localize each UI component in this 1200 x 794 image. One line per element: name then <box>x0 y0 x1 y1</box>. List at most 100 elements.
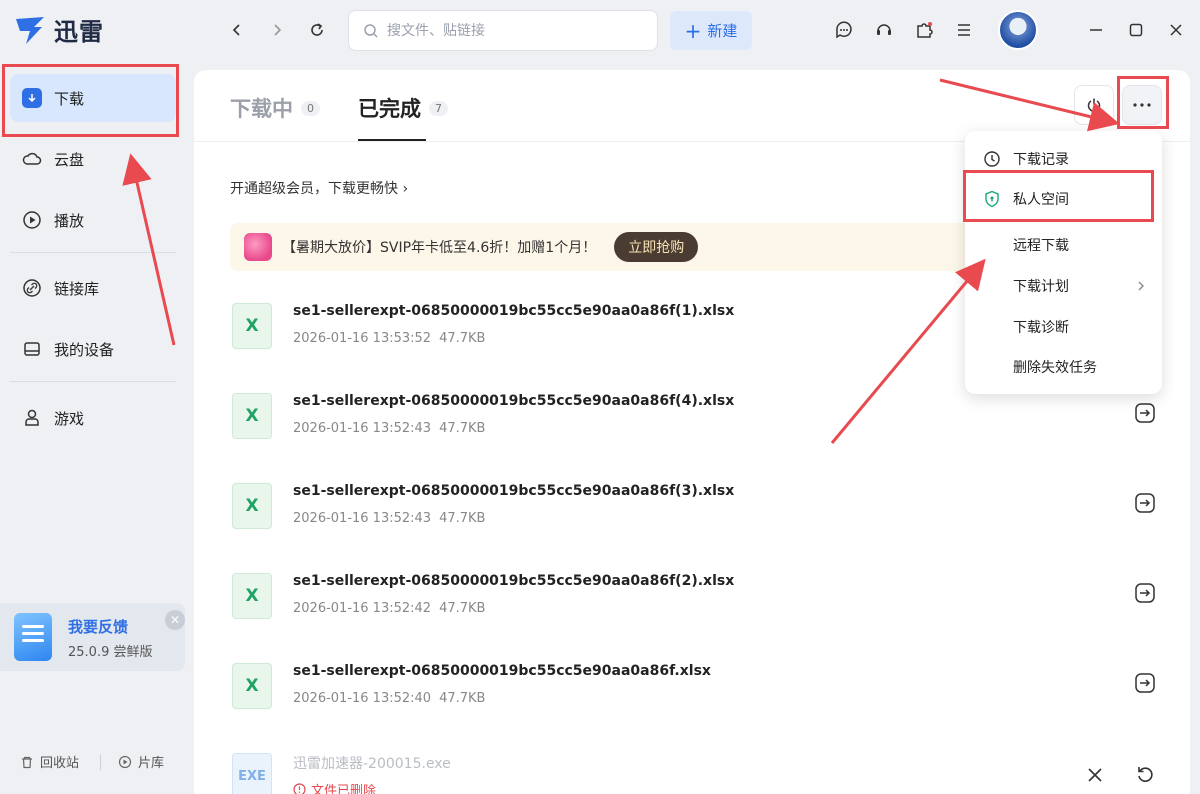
file-meta: 2026-01-16 13:53:52 47.7KB <box>293 331 485 346</box>
new-task-label: 新建 <box>707 22 738 40</box>
file-row-deleted[interactable]: EXE 迅雷加速器-200015.exe 文件已删除 <box>230 750 1170 794</box>
file-meta: 2026-01-16 13:52:43 47.7KB <box>293 511 485 526</box>
main-menu-button[interactable] <box>952 18 976 42</box>
menu-item-label: 删除失效任务 <box>1013 360 1097 376</box>
app-name: 迅雷 <box>54 18 104 46</box>
headset-icon <box>877 24 891 35</box>
sidebar-item-cloud[interactable]: 云盘 <box>10 135 176 183</box>
support-button[interactable] <box>872 18 896 42</box>
deleted-status: 文件已删除 <box>293 780 376 794</box>
feedback-title: 我要反馈 <box>68 618 129 636</box>
chevron-left-icon <box>232 24 240 36</box>
game-icon <box>25 409 39 426</box>
app-logo: 迅雷 <box>14 12 104 47</box>
highlight-box-more <box>1117 76 1169 129</box>
tab-completed[interactable]: 已完成 7 <box>358 93 448 123</box>
chevron-right-icon <box>1138 281 1144 291</box>
file-date: 2026-01-16 13:52:43 <box>293 421 432 436</box>
file-date: 2026-01-16 13:53:52 <box>293 331 432 346</box>
deleted-status-label: 文件已删除 <box>311 784 377 794</box>
cloud-icon <box>22 152 42 165</box>
sidebar-item-play[interactable]: 播放 <box>10 196 176 244</box>
feedback-close-button[interactable]: ✕ <box>165 610 185 630</box>
forward-button[interactable] <box>265 18 289 42</box>
menu-item-label: 下载计划 <box>1013 279 1069 295</box>
close-icon <box>1170 24 1182 36</box>
sidebar-divider <box>10 252 176 253</box>
sidebar-item-label: 我的设备 <box>54 340 115 359</box>
minimize-button[interactable] <box>1084 18 1108 42</box>
recycle-bin-label: 回收站 <box>40 756 80 771</box>
open-file-icon[interactable] <box>1134 492 1156 514</box>
feedback-icon <box>14 613 52 661</box>
sidebar-item-link-library[interactable]: 链接库 <box>10 264 176 312</box>
user-avatar[interactable] <box>998 10 1038 50</box>
minimize-icon <box>1090 29 1102 31</box>
video-library-link[interactable]: 片库 <box>118 752 164 771</box>
sidebar-item-label: 云盘 <box>54 150 85 169</box>
search-icon <box>364 23 378 38</box>
file-size: 47.7KB <box>439 691 486 706</box>
refresh-button[interactable] <box>305 18 329 42</box>
version-label: 25.0.9 尝鲜版 <box>68 645 153 660</box>
link-icon <box>23 279 41 297</box>
menu-item-download-diagnosis[interactable]: 下载诊断 <box>965 307 1162 347</box>
sidebar-divider <box>10 381 176 382</box>
buy-now-button[interactable]: 立即抢购 <box>614 232 699 262</box>
promo-banner[interactable]: 【暑期大放价】SVIP年卡低至4.6折！加赠1个月！ 立即抢购 <box>230 223 970 271</box>
recycle-bin-link[interactable]: 回收站 <box>20 752 79 771</box>
feedback-card[interactable]: 我要反馈 25.0.9 尝鲜版 ✕ <box>0 603 185 671</box>
search-input[interactable] <box>387 22 627 39</box>
tab-count: 0 <box>301 100 320 116</box>
search-box[interactable] <box>348 10 658 51</box>
menu-item-remote-download[interactable]: 远程下载 <box>965 225 1162 265</box>
file-name: se1-sellerexpt-06850000019bc55cc5e90aa0a… <box>293 303 735 319</box>
highlight-box-download <box>2 64 179 137</box>
new-task-button[interactable]: + 新建 <box>670 11 752 50</box>
vip-promo-link[interactable]: 开通超级会员，下载更畅快 › <box>230 178 408 198</box>
menu-item-label: 远程下载 <box>1013 238 1069 254</box>
sidebar-item-label: 游戏 <box>54 409 85 428</box>
tab-label: 已完成 <box>358 97 421 121</box>
redownload-icon[interactable] <box>1135 765 1155 785</box>
exe-file-icon: EXE <box>232 753 272 794</box>
chevron-right-icon <box>274 24 282 36</box>
arrow-to-download <box>122 153 176 346</box>
file-row[interactable]: X se1-sellerexpt-06850000019bc55cc5e90aa… <box>230 660 1170 740</box>
close-window-button[interactable] <box>1164 18 1188 42</box>
file-row[interactable]: X se1-sellerexpt-06850000019bc55cc5e90aa… <box>230 390 1170 470</box>
maximize-button[interactable] <box>1124 18 1148 42</box>
menu-item-download-schedule[interactable]: 下载计划 <box>965 266 1162 306</box>
warning-circle-icon <box>293 783 306 794</box>
file-date: 2026-01-16 13:52:40 <box>293 691 432 706</box>
file-date: 2026-01-16 13:52:42 <box>293 601 432 616</box>
gift-icon <box>244 233 272 261</box>
open-file-icon[interactable] <box>1134 402 1156 424</box>
sidebar-item-label: 播放 <box>54 211 85 230</box>
menu-item-delete-invalid-tasks[interactable]: 删除失效任务 <box>965 347 1162 387</box>
back-button[interactable] <box>225 18 249 42</box>
video-library-label: 片库 <box>138 756 165 771</box>
file-size: 47.7KB <box>439 601 486 616</box>
file-name: 迅雷加速器-200015.exe <box>293 756 451 772</box>
clock-icon <box>984 151 1000 167</box>
power-button[interactable] <box>1074 85 1114 125</box>
tab-count: 7 <box>429 100 448 116</box>
remove-task-icon[interactable] <box>1086 766 1104 784</box>
open-file-icon[interactable] <box>1134 582 1156 604</box>
file-row[interactable]: X se1-sellerexpt-06850000019bc55cc5e90aa… <box>230 480 1170 560</box>
power-icon <box>1087 98 1101 112</box>
tab-downloading[interactable]: 下载中 0 <box>230 93 320 123</box>
excel-file-icon: X <box>232 393 272 439</box>
device-icon <box>24 342 40 356</box>
plugins-button[interactable] <box>912 18 936 42</box>
file-name: se1-sellerexpt-06850000019bc55cc5e90aa0a… <box>293 483 735 499</box>
sidebar-item-devices[interactable]: 我的设备 <box>10 325 176 373</box>
message-button[interactable] <box>832 18 856 42</box>
highlight-box-private-space <box>963 170 1154 222</box>
file-name: se1-sellerexpt-06850000019bc55cc5e90aa0a… <box>293 573 735 589</box>
file-row[interactable]: X se1-sellerexpt-06850000019bc55cc5e90aa… <box>230 570 1170 650</box>
plus-icon: + <box>684 18 702 43</box>
open-file-icon[interactable] <box>1134 672 1156 694</box>
sidebar-item-games[interactable]: 游戏 <box>10 394 176 442</box>
